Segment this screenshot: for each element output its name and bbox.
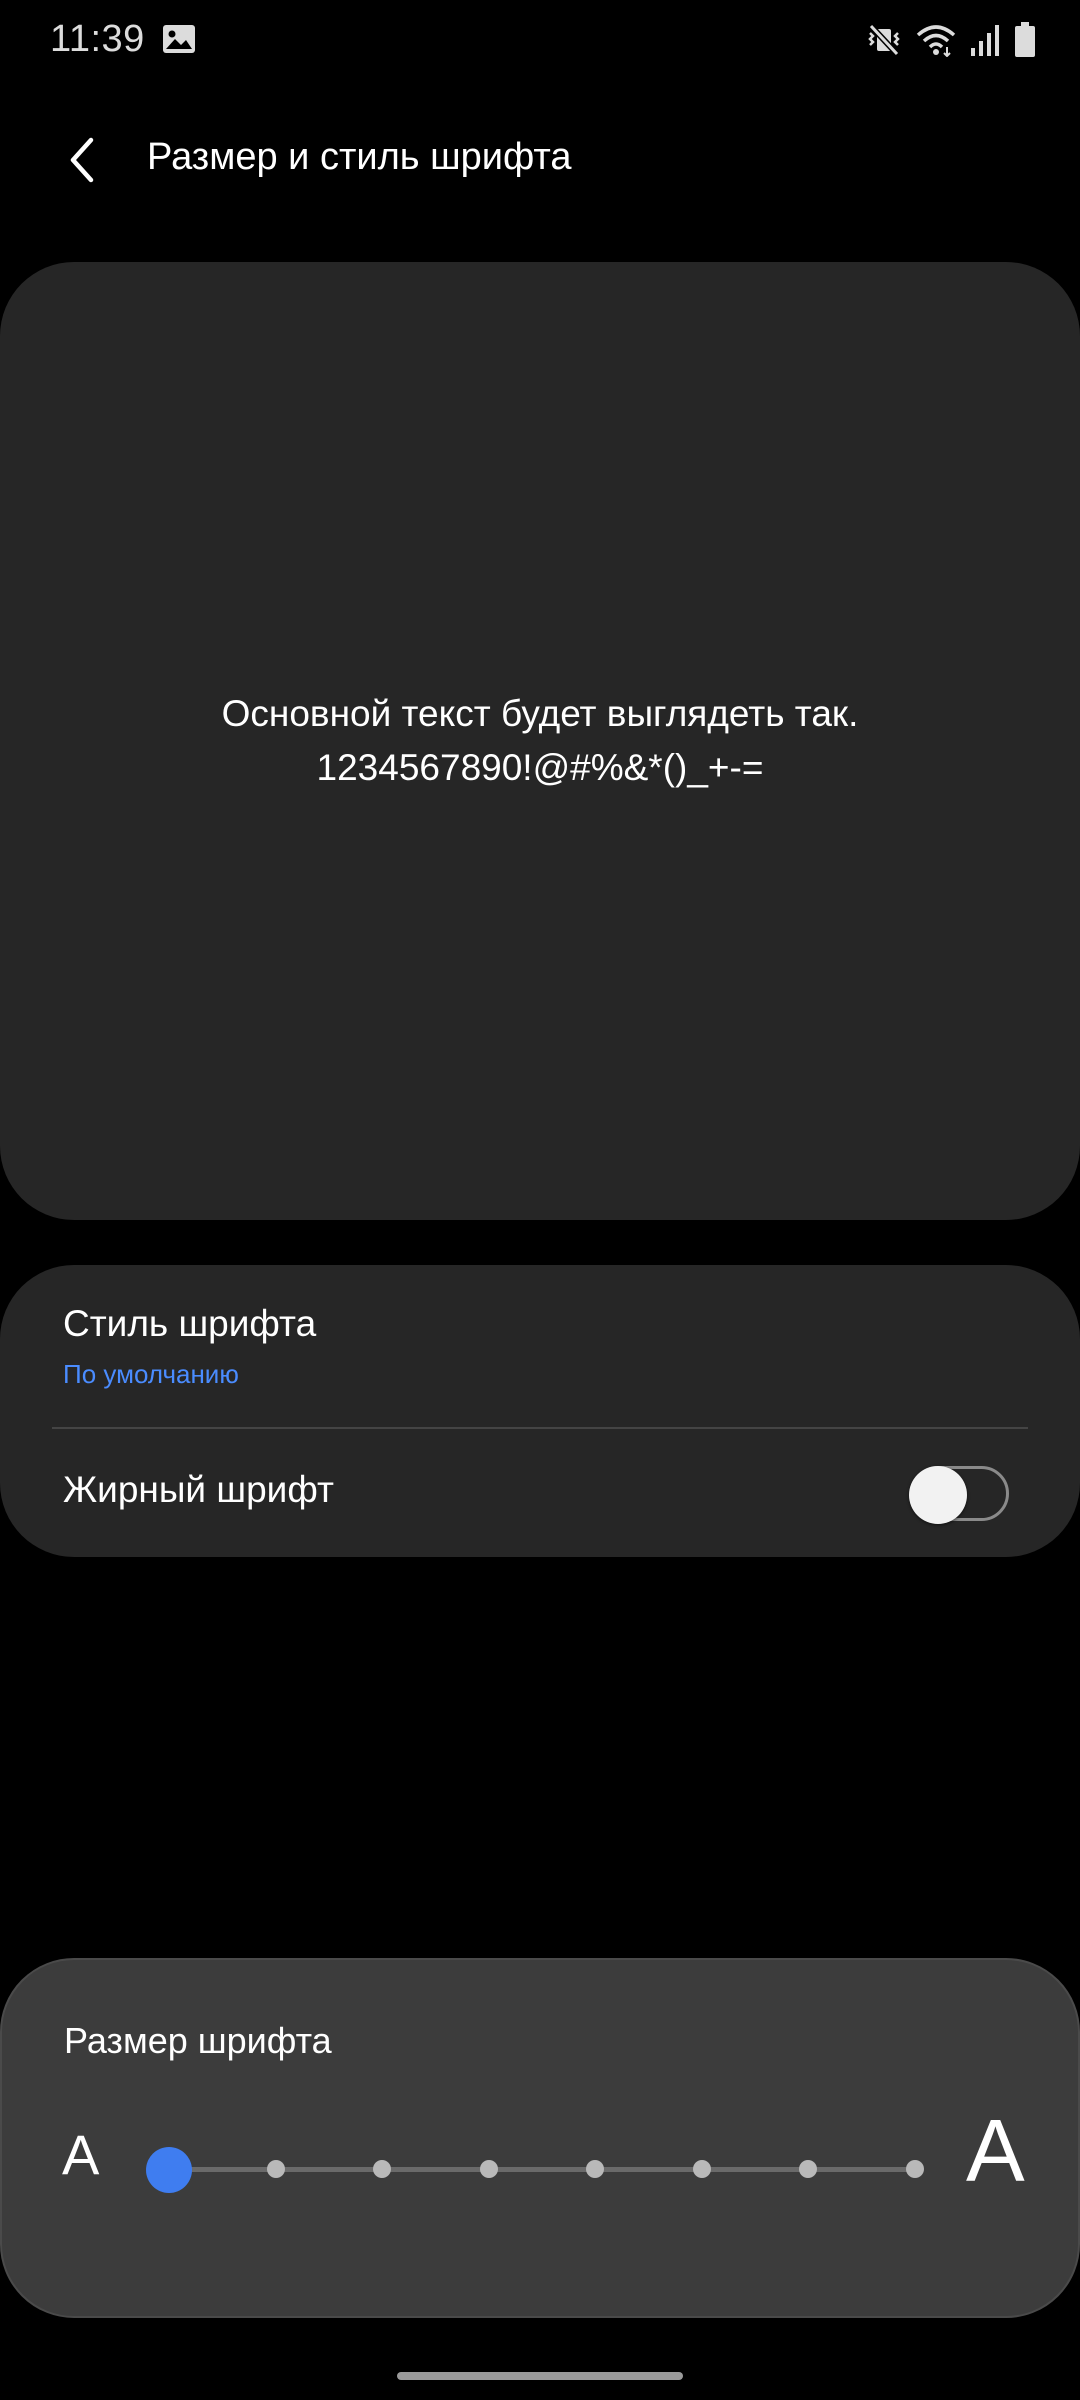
font-settings-screen: 11:39 Размер и стиль шрифта Основной тек… [0, 0, 1080, 2400]
status-time: 11:39 [50, 18, 145, 60]
slider-step-dot[interactable] [905, 2160, 924, 2178]
font-style-title: Стиль шрифта [63, 1303, 317, 1344]
slider-step-dot[interactable] [799, 2160, 817, 2178]
slider-step-dot[interactable] [692, 2160, 711, 2178]
signal-icon [970, 24, 1000, 56]
font-size-panel: Размер шрифта A A [0, 1958, 1080, 2318]
status-bar: 11:39 [0, 0, 1080, 80]
status-icons [866, 20, 1036, 60]
back-button[interactable] [46, 126, 118, 198]
gallery-icon [162, 24, 196, 54]
preview-text-line: Основной текст будет выглядеть так. [221, 693, 859, 734]
page-title: Размер и стиль шрифта [147, 136, 572, 178]
bold-font-row[interactable]: Жирный шрифт [0, 1429, 1080, 1557]
top-app-bar: Размер и стиль шрифта [0, 110, 1080, 200]
home-indicator [397, 2372, 683, 2380]
slider-step-dot[interactable] [373, 2160, 391, 2178]
mute-vibrate-icon [866, 23, 902, 57]
large-font-label[interactable]: A [966, 2100, 1025, 2202]
wifi-icon [916, 23, 956, 57]
font-size-slider[interactable] [142, 2134, 932, 2204]
font-settings-card: Стиль шрифта По умолчанию Жирный шрифт [0, 1265, 1080, 1557]
slider-step-dot[interactable] [479, 2160, 498, 2178]
font-style-value: По умолчанию [63, 1359, 239, 1389]
slider-thumb[interactable] [146, 2147, 192, 2193]
font-preview-card: Основной текст будет выглядеть так. 1234… [0, 262, 1080, 1220]
toggle-knob [909, 1466, 967, 1524]
font-size-title: Размер шрифта [64, 2020, 332, 2061]
bold-font-title: Жирный шрифт [63, 1469, 334, 1510]
bold-font-toggle[interactable] [909, 1466, 1009, 1524]
preview-sample-characters: 1234567890!@#%&*()_+-= [316, 747, 764, 788]
slider-step-dot[interactable] [266, 2160, 285, 2178]
slider-step-dot[interactable] [586, 2160, 604, 2178]
chevron-left-icon [67, 136, 97, 189]
font-style-row[interactable]: Стиль шрифта По умолчанию [0, 1265, 1080, 1427]
small-font-label[interactable]: A [62, 2122, 99, 2187]
battery-icon [1014, 22, 1036, 58]
